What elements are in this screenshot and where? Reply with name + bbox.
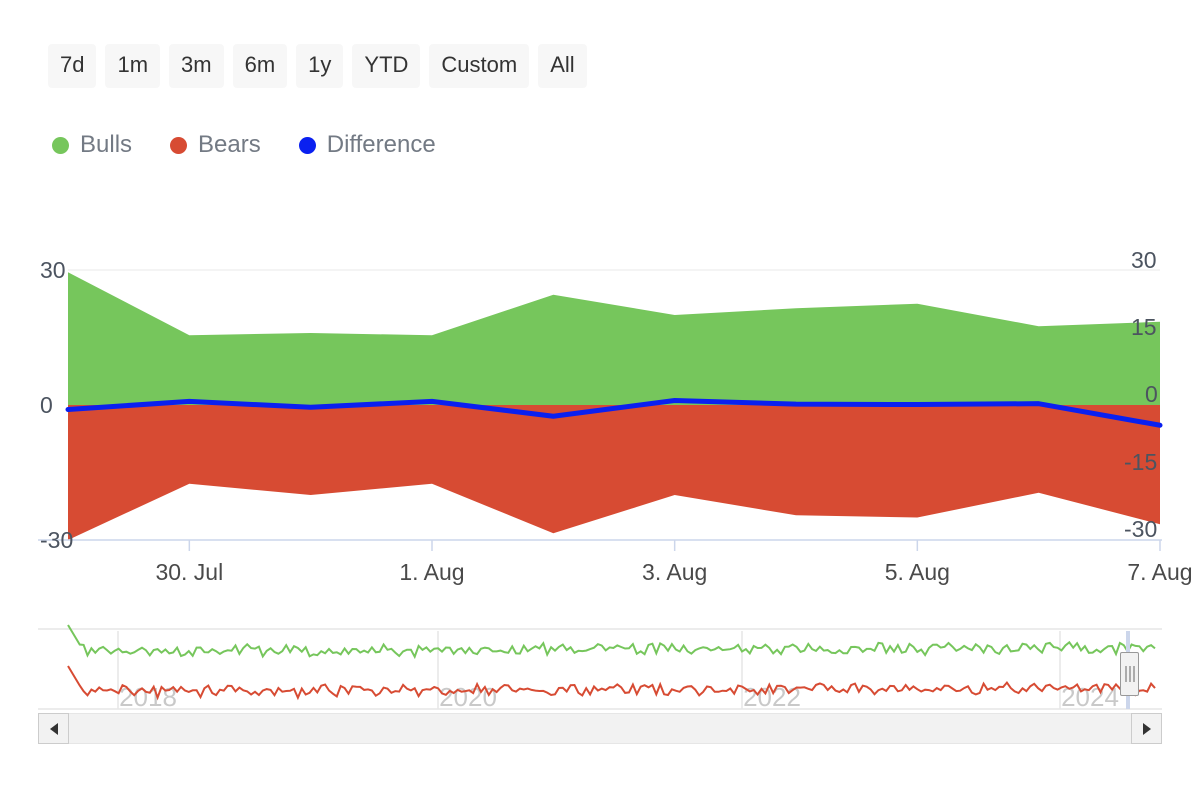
x-axis-tick-labels: 30. Jul 1. Aug 3. Aug 5. Aug 7. Aug [155, 559, 1192, 585]
scrollbar-track[interactable] [69, 713, 1131, 744]
arrow-right-icon [1142, 722, 1151, 735]
y-axis-label-right-0: 0 [1145, 381, 1158, 407]
arrow-left-icon [49, 722, 58, 735]
handle-grip-icon [1125, 666, 1134, 682]
x-axis-tick-label: 7. Aug [1127, 559, 1192, 585]
bears-area [68, 405, 1160, 540]
scrollbar-right-button[interactable] [1131, 713, 1162, 744]
navigator-year-label: 2020 [439, 682, 497, 712]
navigator-bears-line [67, 665, 1156, 701]
navigator[interactable]: 2018 2020 2022 2024 [38, 624, 1162, 712]
scrollbar-left-button[interactable] [38, 713, 69, 744]
navigator-bulls-line [67, 624, 1156, 660]
x-axis-tick-label: 3. Aug [642, 559, 707, 585]
bulls-area [68, 272, 1160, 405]
x-axis-tick-label: 30. Jul [155, 559, 223, 585]
chart-scrollbar[interactable] [38, 713, 1162, 744]
y-axis-label-right-neg30: -30 [1124, 516, 1157, 542]
y-axis-label-left-0: 0 [40, 392, 53, 418]
navigator-gridlines [117, 631, 1061, 709]
y-axis-label-right-neg15: -15 [1124, 449, 1157, 475]
navigator-year-label: 2022 [743, 682, 801, 712]
navigator-year-label: 2018 [119, 682, 177, 712]
chart-plot-group [65, 272, 1163, 540]
stock-chart: 30 0 -30 30 15 0 -15 -30 30. Jul 1. Aug 3.… [38, 247, 1193, 712]
y-axis-label-left-30: 30 [40, 257, 66, 283]
y-axis-label-right-15: 15 [1131, 314, 1157, 340]
y-axis-label-left-neg30: -30 [40, 527, 73, 553]
navigator-right-handle[interactable] [1120, 652, 1139, 696]
x-axis-tick-label: 1. Aug [399, 559, 464, 585]
x-axis-tick-label: 5. Aug [885, 559, 950, 585]
x-axis-ticks [188, 540, 1161, 551]
y-axis-label-right-30: 30 [1131, 247, 1157, 273]
navigator-series [67, 624, 1156, 701]
